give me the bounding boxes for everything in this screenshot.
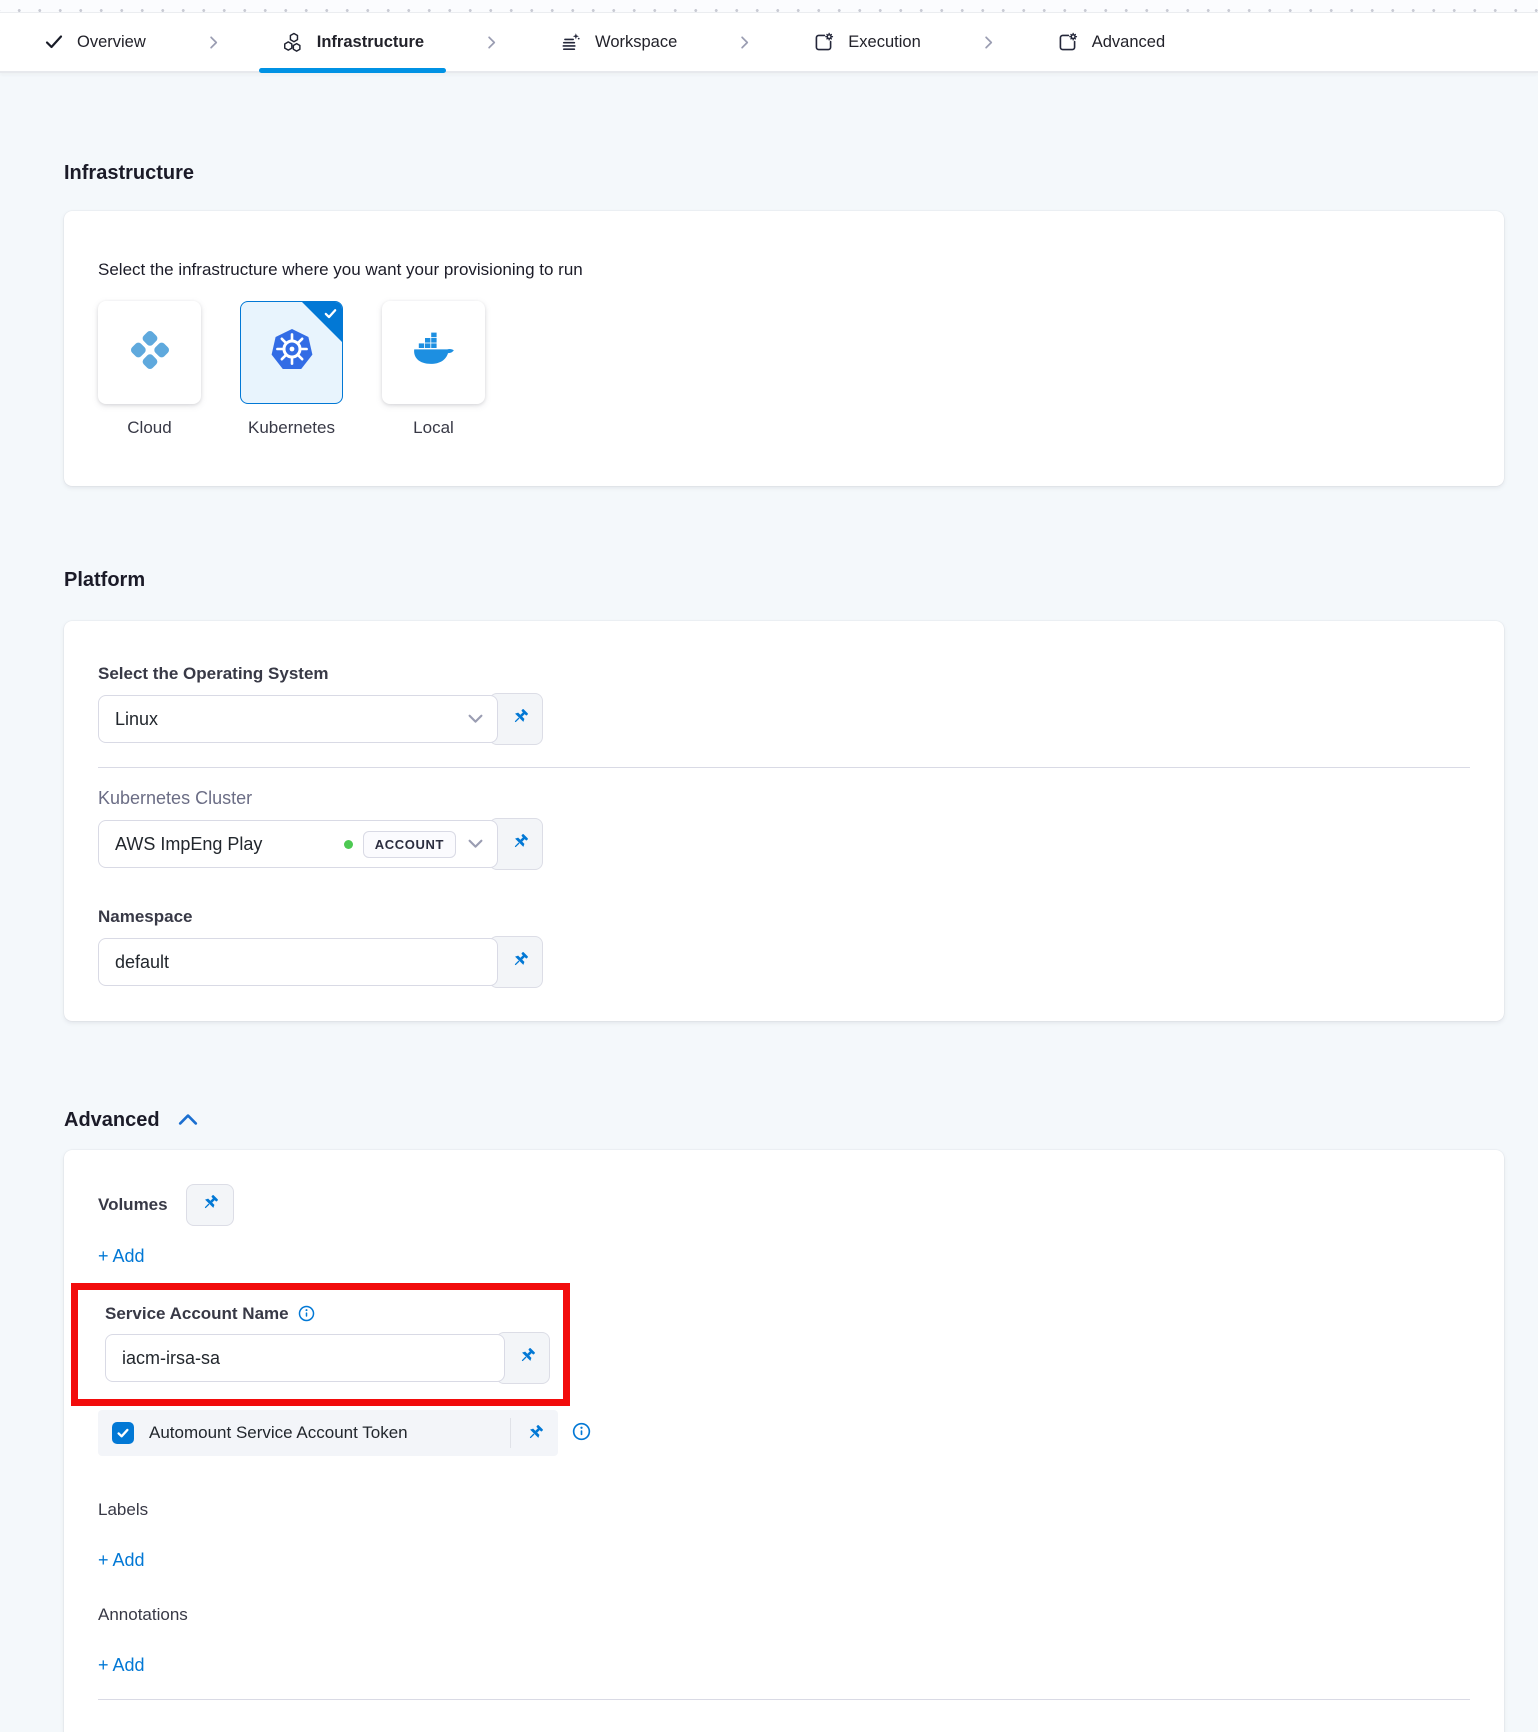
tab-label: Execution <box>848 33 920 52</box>
cluster-field-label: Kubernetes Cluster <box>98 788 1470 809</box>
row-divider <box>510 1418 511 1448</box>
infrastructure-card: Select the infrastructure where you want… <box>64 211 1504 486</box>
option-label-kubernetes: Kubernetes <box>240 418 343 438</box>
volumes-pin-button[interactable] <box>186 1184 234 1226</box>
advanced-gear-icon <box>1056 31 1079 54</box>
service-account-name-label-row: Service Account Name <box>105 1303 563 1324</box>
option-label-local: Local <box>382 418 485 438</box>
infrastructure-section-heading: Infrastructure <box>64 161 1504 185</box>
tab-advanced[interactable]: Advanced <box>1026 13 1195 71</box>
cluster-select-value: AWS ImpEng Play <box>115 834 344 855</box>
pin-icon <box>199 1192 221 1219</box>
chevron-right-icon <box>204 33 223 52</box>
cloud-icon <box>127 327 173 378</box>
hexagons-icon <box>281 31 304 54</box>
chevron-right-icon <box>482 33 501 52</box>
service-account-name-input[interactable] <box>105 1334 505 1382</box>
info-icon[interactable] <box>298 1305 315 1322</box>
tab-workspace[interactable]: Workspace <box>529 13 707 71</box>
canvas-dots-strip <box>0 0 1538 13</box>
platform-card: Select the Operating System Linux Kubern… <box>64 621 1504 1021</box>
tab-label: Infrastructure <box>317 33 424 52</box>
pin-icon <box>509 949 531 976</box>
advanced-section-heading: Advanced <box>64 1108 1504 1132</box>
tab-label: Workspace <box>595 33 677 52</box>
pin-icon <box>509 831 531 858</box>
tab-infrastructure[interactable]: Infrastructure <box>251 13 454 71</box>
execution-gear-icon <box>812 31 835 54</box>
collapse-chevron-up-icon[interactable] <box>178 1108 198 1132</box>
selected-check-icon <box>323 306 338 326</box>
cluster-select[interactable]: AWS ImpEng Play ACCOUNT <box>98 820 498 868</box>
check-icon <box>44 32 64 52</box>
service-account-name-label: Service Account Name <box>105 1303 289 1324</box>
tab-overview[interactable]: Overview <box>14 13 176 71</box>
connector-status-dot <box>344 840 353 849</box>
namespace-field-label: Namespace <box>98 906 1470 927</box>
docker-icon <box>410 326 458 379</box>
infrastructure-description: Select the infrastructure where you want… <box>98 259 1470 281</box>
automount-checkbox-label: Automount Service Account Token <box>149 1423 510 1443</box>
labels-label: Labels <box>98 1500 1470 1520</box>
option-tile-kubernetes[interactable] <box>240 301 343 404</box>
chevron-right-icon <box>979 33 998 52</box>
chevron-down-icon <box>468 839 483 849</box>
automount-checkbox[interactable] <box>112 1422 134 1444</box>
infrastructure-options <box>98 301 1470 404</box>
wizard-tabbar: Overview Infrastructure Workspace <box>0 13 1538 73</box>
add-label-button[interactable]: + Add <box>98 1550 145 1571</box>
tab-label: Advanced <box>1092 33 1165 52</box>
advanced-heading-text: Advanced <box>64 1108 160 1132</box>
os-field: Linux <box>98 693 1470 745</box>
infrastructure-option-labels: Cloud Kubernetes Local <box>98 418 1470 438</box>
tab-label: Overview <box>77 33 146 52</box>
add-annotation-button[interactable]: + Add <box>98 1655 145 1676</box>
os-select-value: Linux <box>115 709 468 730</box>
chevron-right-icon <box>735 33 754 52</box>
automount-pin-button[interactable] <box>524 1422 546 1444</box>
pin-icon <box>509 706 531 733</box>
os-select[interactable]: Linux <box>98 695 498 743</box>
service-account-name-field <box>105 1332 563 1384</box>
namespace-field <box>98 936 1470 988</box>
option-label-cloud: Cloud <box>98 418 201 438</box>
namespace-input[interactable] <box>98 938 498 986</box>
annotation-highlight-box: Service Account Name <box>71 1283 570 1406</box>
add-volume-button[interactable]: + Add <box>98 1246 145 1267</box>
cluster-field: AWS ImpEng Play ACCOUNT <box>98 818 1470 870</box>
platform-section-heading: Platform <box>64 568 1504 592</box>
option-tile-local[interactable] <box>382 301 485 404</box>
scope-tag: ACCOUNT <box>363 831 456 858</box>
chevron-down-icon <box>468 714 483 724</box>
section-divider <box>98 1699 1470 1700</box>
tab-execution[interactable]: Execution <box>782 13 950 71</box>
annotations-label: Annotations <box>98 1605 1470 1625</box>
volumes-label: Volumes <box>98 1195 168 1215</box>
os-field-label: Select the Operating System <box>98 663 1470 684</box>
info-icon[interactable] <box>572 1422 591 1441</box>
automount-token-row: Automount Service Account Token <box>98 1410 558 1456</box>
option-tile-cloud[interactable] <box>98 301 201 404</box>
field-divider <box>98 767 1470 768</box>
advanced-card: Volumes + Add Service Account Name <box>64 1150 1504 1732</box>
workspace-stack-icon <box>559 31 582 54</box>
pin-icon <box>516 1345 538 1372</box>
